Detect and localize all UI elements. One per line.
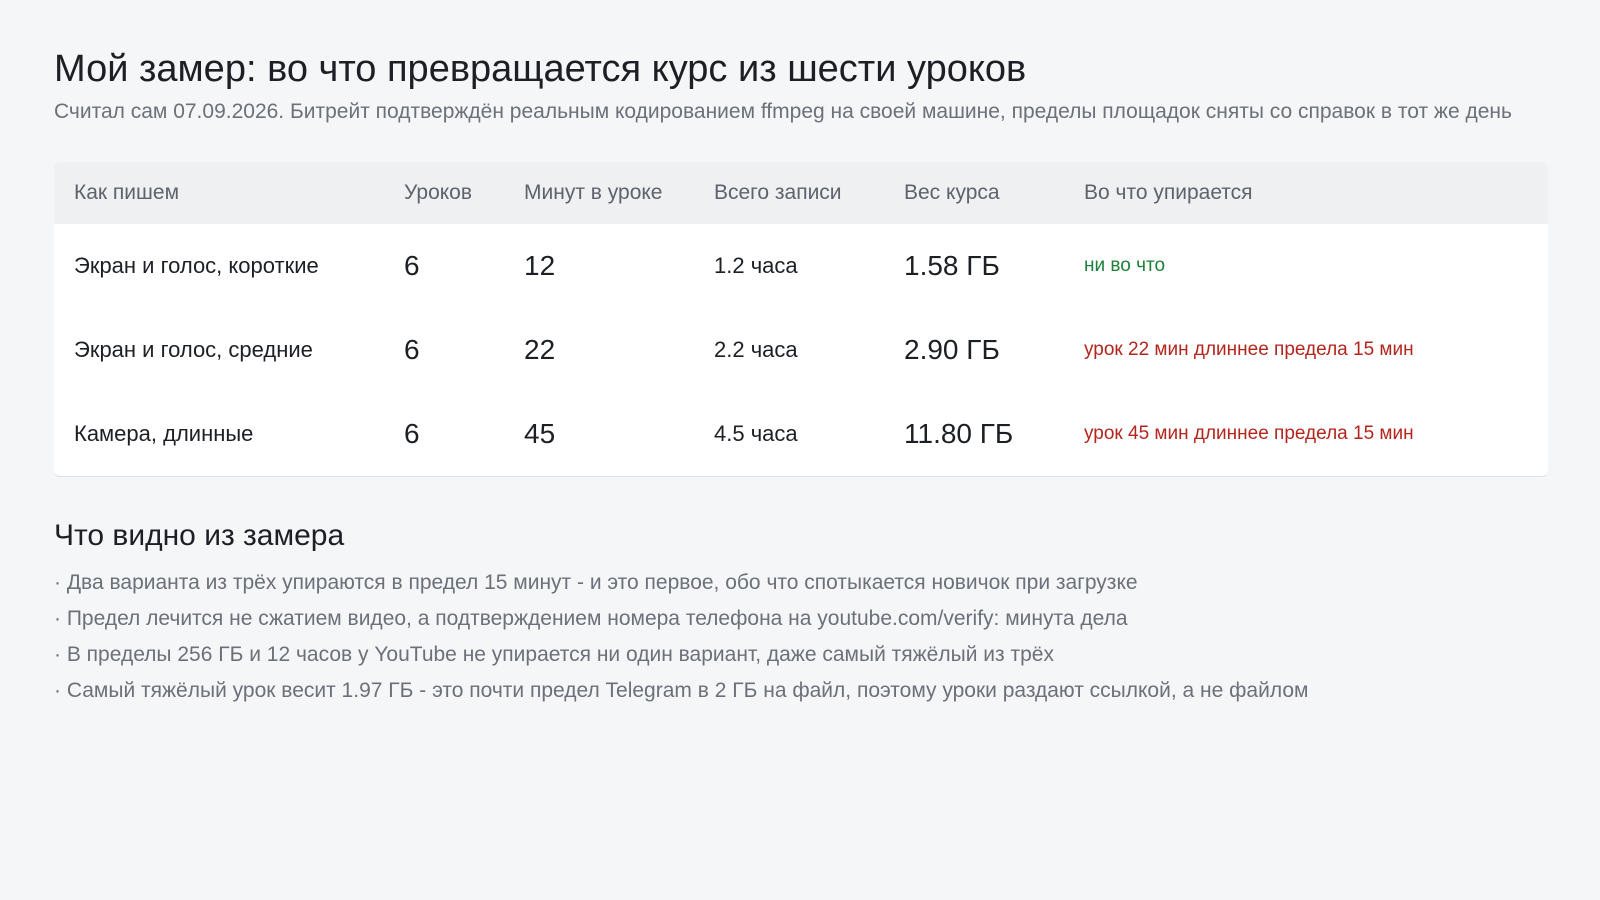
findings-list: · Два варианта из трёх упираются в преде… xyxy=(54,565,1548,709)
cell-lessons: 6 xyxy=(404,333,420,365)
cell-total: 2.2 часа xyxy=(714,336,798,362)
finding-item: · Самый тяжёлый урок весит 1.97 ГБ - это… xyxy=(54,678,1309,702)
cell-method: Экран и голос, короткие xyxy=(74,252,319,278)
column-header-total: Всего записи xyxy=(714,161,904,224)
cell-limit-status: урок 22 мин длиннее предела 15 мин xyxy=(1084,338,1414,360)
finding-item: · В пределы 256 ГБ и 12 часов у YouTube … xyxy=(54,642,1054,666)
results-table: Как пишем Уроков Минут в уроке Всего зап… xyxy=(54,161,1548,477)
table-header-row: Как пишем Уроков Минут в уроке Всего зап… xyxy=(54,161,1548,224)
cell-total: 4.5 часа xyxy=(714,420,798,446)
cell-method: Экран и голос, средние xyxy=(74,336,313,362)
page-title: Мой замер: во что превращается курс из ш… xyxy=(54,48,1027,90)
table-row: Экран и голос, короткие 6 12 1.2 часа 1.… xyxy=(54,224,1548,308)
column-header-limit: Во что упирается xyxy=(1084,161,1548,224)
cell-total: 1.2 часа xyxy=(714,252,798,278)
table-row: Экран и голос, средние 6 22 2.2 часа 2.9… xyxy=(54,308,1548,392)
finding-item: · Предел лечится не сжатием видео, а под… xyxy=(54,606,1128,630)
page-subtitle: Считал сам 07.09.2026. Битрейт подтвержд… xyxy=(54,99,1512,123)
finding-item: · Два варианта из трёх упираются в преде… xyxy=(54,570,1138,594)
cell-size: 11.80 ГБ xyxy=(904,417,1014,449)
cell-minutes: 45 xyxy=(524,417,556,449)
cell-minutes: 12 xyxy=(524,249,556,281)
cell-limit-status: урок 45 мин длиннее предела 15 мин xyxy=(1084,422,1414,444)
column-header-method: Как пишем xyxy=(54,161,404,224)
table-row: Камера, длинные 6 45 4.5 часа 11.80 ГБ у… xyxy=(54,392,1548,476)
cell-size: 1.58 ГБ xyxy=(904,249,1000,281)
cell-method: Камера, длинные xyxy=(74,420,254,446)
cell-minutes: 22 xyxy=(524,333,556,365)
cell-size: 2.90 ГБ xyxy=(904,333,1000,365)
cell-limit-status: ни во что xyxy=(1084,254,1166,276)
page: Мой замер: во что превращается курс из ш… xyxy=(54,46,1548,709)
column-header-minutes: Минут в уроке xyxy=(524,161,714,224)
column-header-lessons: Уроков xyxy=(404,161,524,224)
findings-title: Что видно из замера xyxy=(54,518,345,552)
column-header-size: Вес курса xyxy=(904,161,1084,224)
cell-lessons: 6 xyxy=(404,249,420,281)
cell-lessons: 6 xyxy=(404,417,420,449)
